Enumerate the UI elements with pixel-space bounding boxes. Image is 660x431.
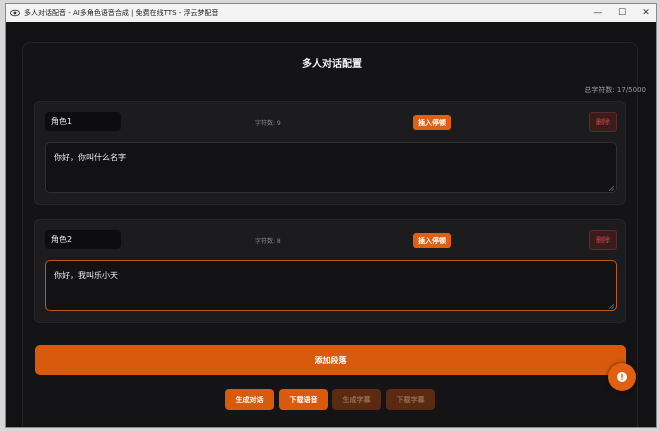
resize-grip-icon[interactable] xyxy=(608,302,615,310)
delete-segment-button[interactable]: 删除 xyxy=(589,112,617,132)
title-bar: 多人对话配音 - AI多角色语音合成 | 免费在线TTS - 浮云梦配音 — ☐… xyxy=(6,4,656,22)
role-name-input[interactable]: 角色1 xyxy=(45,112,121,131)
add-segment-button[interactable]: 添加段落 xyxy=(35,345,626,375)
generate-dialog-button[interactable]: 生成对话 xyxy=(225,389,274,410)
maximize-button[interactable]: ☐ xyxy=(610,4,634,22)
generate-subtitle-button[interactable]: 生成字幕 xyxy=(332,389,381,410)
download-audio-button[interactable]: 下载语音 xyxy=(279,389,328,410)
segment-card: 角色1 字符数: 9 插入停顿 删除 你好，你叫什么名字 xyxy=(34,101,626,205)
segment-text: 你好，你叫什么名字 xyxy=(54,153,126,162)
app-eye-icon xyxy=(10,8,20,18)
role-name-input[interactable]: 角色2 xyxy=(45,230,121,249)
main-content: 多人对话配置 总字符数: 17/5000 角色1 字符数: 9 插入停顿 删除 … xyxy=(6,22,656,427)
segment-text: 你好，我叫乐小天 xyxy=(54,271,118,280)
segment-card: 角色2 字符数: 8 插入停顿 删除 你好，我叫乐小天 xyxy=(34,219,626,323)
segment-text-area[interactable]: 你好，我叫乐小天 xyxy=(45,260,617,311)
insert-pause-button[interactable]: 插入停顿 xyxy=(413,233,451,248)
window-controls: — ☐ ✕ xyxy=(586,4,656,22)
resize-grip-icon[interactable] xyxy=(608,184,615,192)
minimize-button[interactable]: — xyxy=(586,4,610,22)
page-title: 多人对话配置 xyxy=(302,59,362,70)
delete-segment-button[interactable]: 删除 xyxy=(589,230,617,250)
close-button[interactable]: ✕ xyxy=(634,4,656,22)
segment-text-area[interactable]: 你好，你叫什么名字 xyxy=(45,142,617,193)
insert-pause-button[interactable]: 插入停顿 xyxy=(413,115,451,130)
window-title: 多人对话配音 - AI多角色语音合成 | 免费在线TTS - 浮云梦配音 xyxy=(24,9,219,17)
app-window: 多人对话配音 - AI多角色语音合成 | 免费在线TTS - 浮云梦配音 — ☐… xyxy=(5,3,657,428)
download-subtitle-button[interactable]: 下载字幕 xyxy=(386,389,435,410)
floating-alert-button[interactable] xyxy=(608,363,636,391)
total-char-count: 总字符数: 17/5000 xyxy=(584,86,646,94)
segment-char-count: 字符数: 9 xyxy=(255,120,281,127)
segment-char-count: 字符数: 8 xyxy=(255,238,281,245)
alert-icon xyxy=(616,368,628,387)
